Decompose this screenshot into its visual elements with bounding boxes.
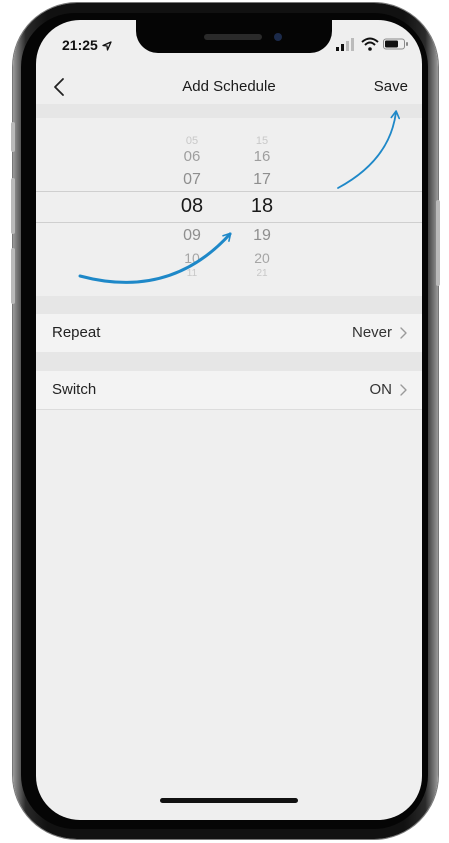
chevron-right-icon [400,327,407,339]
power-button [436,200,440,286]
section-divider [36,296,422,314]
minute-option: 21 [256,268,268,279]
section-divider [36,104,422,118]
row-bottom-border [36,409,422,410]
status-icons [336,36,410,52]
selected-minute: 18 [250,195,274,217]
section-divider [36,352,422,371]
time-picker[interactable]: 05 06 07 08 09 10 11 15 16 17 18 19 20 2… [36,118,422,296]
hour-wheel[interactable]: 05 06 07 08 09 10 11 [162,118,222,296]
chevron-right-icon [400,384,407,396]
picker-selection-line-top [36,191,422,192]
selected-hour: 08 [180,195,204,217]
hour-option: 11 [186,268,198,279]
hour-option: 05 [185,135,199,147]
signal-icon [336,38,354,51]
repeat-value: Never [351,324,392,341]
minute-option: 17 [253,171,271,188]
switch-row[interactable]: Switch ON [36,371,422,409]
page-title: Add Schedule [182,78,276,95]
minute-option: 19 [253,227,271,244]
minute-option: 20 [254,250,270,266]
navigation-bar: Add Schedule Save [36,72,422,104]
minute-wheel[interactable]: 15 16 17 18 19 20 21 [232,118,292,296]
save-button[interactable]: Save [374,78,408,95]
hour-option: 07 [183,171,201,188]
minute-option: 16 [253,148,271,165]
front-camera [274,33,282,41]
hour-option: 10 [184,250,200,266]
switch-label: Switch [52,381,97,398]
battery-icon [383,38,408,50]
status-time: 21:25 [62,37,112,53]
repeat-label: Repeat [52,324,101,341]
switch-value: ON [369,381,393,398]
screen: 21:25 Add Schedule Save 05 06 07 08 09 1… [36,20,422,820]
volume-down-button [11,248,15,304]
home-indicator [160,798,298,803]
volume-up-button [11,178,15,234]
picker-selection-line-bottom [36,222,422,223]
minute-option: 15 [255,135,269,147]
speaker [204,34,262,40]
repeat-row[interactable]: Repeat Never [36,314,422,352]
hour-option: 09 [183,227,201,244]
wifi-icon [361,37,379,51]
hour-option: 06 [183,148,201,165]
mute-switch [11,122,15,152]
location-arrow-icon [102,41,112,51]
